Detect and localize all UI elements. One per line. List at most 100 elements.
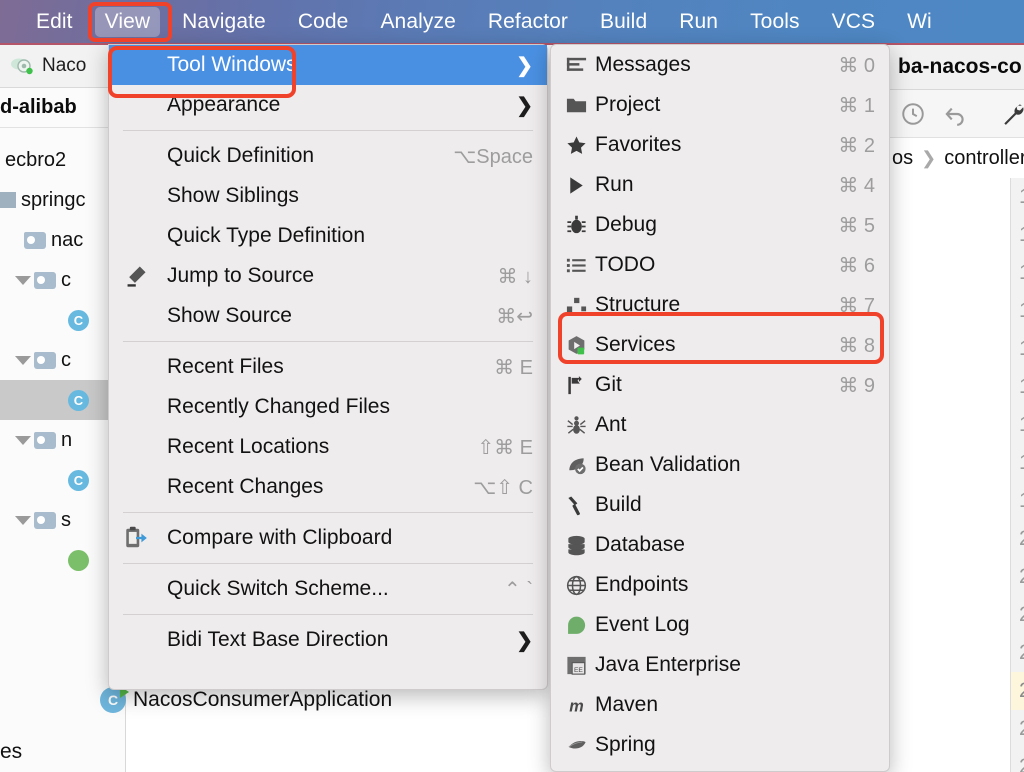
breadcrumb[interactable]: os ❯ controller [886, 138, 1024, 178]
menu-item-bidi-text-base-direction[interactable]: Bidi Text Base Direction ❯ [109, 620, 547, 660]
folder-icon [34, 511, 56, 529]
gutter-line: 23 [1011, 634, 1024, 672]
menu-item-show-siblings[interactable]: Show Siblings [109, 176, 547, 216]
menu-item-recent-changes[interactable]: Recent Changes ⌥⇧ C [109, 467, 547, 507]
structure-icon [565, 294, 595, 317]
menu-item-label: Git [595, 373, 622, 396]
menu-item-build[interactable]: Build [551, 485, 889, 525]
menu-view[interactable]: View [94, 7, 161, 37]
svg-text:m: m [569, 697, 583, 715]
menu-item-shortcut: ⌘ 7 [838, 294, 875, 317]
gutter-line: 16 [1011, 368, 1024, 406]
database-icon [565, 534, 595, 557]
menu-analyze[interactable]: Analyze [370, 7, 465, 37]
menu-item-services[interactable]: Services ⌘ 8 [551, 325, 889, 365]
menu-item-label: Build [595, 493, 642, 516]
menu-item-tool-windows[interactable]: Tool Windows ❯ [109, 45, 547, 85]
editor-gutter[interactable]: 11 12 13 14 ≡ 15 16 17 18 19 20 21 22 23… [1010, 178, 1024, 772]
menu-item-label: Debug [595, 213, 657, 236]
menu-item-show-source[interactable]: Show Source ⌘↩ [109, 296, 547, 336]
chevron-down-icon[interactable] [12, 275, 34, 285]
menu-navigate[interactable]: Navigate [172, 7, 276, 37]
view-menu-popup[interactable]: Tool Windows ❯ Appearance ❯ Quick Defini… [108, 44, 548, 690]
menu-item-label: Compare with Clipboard [167, 526, 393, 549]
java-ee-icon: EE [565, 654, 595, 677]
messages-icon [565, 54, 595, 77]
menu-separator [123, 512, 533, 513]
menu-item-structure[interactable]: Structure ⌘ 7 [551, 285, 889, 325]
menu-code[interactable]: Code [288, 7, 359, 37]
menu-run[interactable]: Run [669, 7, 728, 37]
tool-windows-submenu[interactable]: Messages ⌘ 0 Project ⌘ 1 Favorites ⌘ 2 R… [550, 44, 890, 772]
undo-icon[interactable] [942, 101, 968, 127]
editor-tab[interactable]: ba-nacos-co [886, 44, 1024, 90]
menu-item-recent-locations[interactable]: Recent Locations ⇧⌘ E [109, 427, 547, 467]
wrench-icon[interactable] [1000, 101, 1024, 127]
gutter-line: 12 [1011, 216, 1024, 254]
menu-item-quick-type-definition[interactable]: Quick Type Definition [109, 216, 547, 256]
menu-item-ant[interactable]: Ant [551, 405, 889, 445]
menu-item-messages[interactable]: Messages ⌘ 0 [551, 45, 889, 85]
menu-item-debug[interactable]: Debug ⌘ 5 [551, 205, 889, 245]
svg-text:EE: EE [574, 666, 583, 673]
breadcrumb-item[interactable]: controller [944, 147, 1024, 170]
menu-item-spring[interactable]: Spring [551, 725, 889, 765]
menu-build[interactable]: Build [590, 7, 657, 37]
menu-edit[interactable]: Edit [26, 7, 83, 37]
menu-item-shortcut: ⌘ 0 [838, 54, 875, 77]
menu-item-quick-definition[interactable]: Quick Definition ⌥Space [109, 136, 547, 176]
line-number: 20 [1019, 527, 1024, 551]
menu-item-recently-changed-files[interactable]: Recently Changed Files [109, 387, 547, 427]
menu-item-todo[interactable]: TODO ⌘ 6 [551, 245, 889, 285]
menu-separator [123, 563, 533, 564]
history-icon[interactable] [900, 101, 926, 127]
breadcrumb-item[interactable]: os [892, 147, 913, 170]
menu-vcs[interactable]: VCS [822, 7, 885, 37]
java-class-icon: C [68, 469, 89, 491]
run-configuration-label: NacosConsumerApplication [133, 688, 393, 711]
menu-item-recent-files[interactable]: Recent Files ⌘ E [109, 347, 547, 387]
menu-item-java-enterprise[interactable]: EE Java Enterprise [551, 645, 889, 685]
chevron-right-icon: ❯ [516, 54, 533, 77]
menu-item-label: Event Log [595, 613, 690, 636]
gutter-line: 17 [1011, 406, 1024, 444]
menu-item-endpoints[interactable]: Endpoints [551, 565, 889, 605]
menu-item-shortcut: ⌘ 4 [838, 174, 875, 197]
menu-item-label: Structure [595, 293, 681, 316]
menu-tools[interactable]: Tools [740, 7, 810, 37]
chevron-down-icon[interactable] [12, 355, 34, 365]
menu-item-label: Appearance [167, 93, 281, 116]
menu-item-jump-to-source[interactable]: Jump to Source ⌘ ↓ [109, 256, 547, 296]
menu-item-git[interactable]: Git ⌘ 9 [551, 365, 889, 405]
line-number: 25 [1019, 717, 1024, 741]
tree-item-label: c [61, 348, 71, 371]
play-icon [565, 174, 595, 197]
tree-item-label: c [61, 268, 71, 291]
menu-item-appearance[interactable]: Appearance ❯ [109, 85, 547, 125]
menu-item-compare-with-clipboard[interactable]: Compare with Clipboard [109, 518, 547, 558]
menu-item-quick-switch-scheme[interactable]: Quick Switch Scheme... ⌃ ` [109, 569, 547, 609]
chevron-down-icon[interactable] [12, 515, 34, 525]
menu-item-database[interactable]: Database [551, 525, 889, 565]
menu-item-label: Recent Files [167, 355, 284, 378]
menu-item-label: Ant [595, 413, 627, 436]
menu-item-bean-validation[interactable]: Bean Validation [551, 445, 889, 485]
clipboard-compare-icon [123, 525, 167, 551]
menu-item-maven[interactable]: m Maven [551, 685, 889, 725]
git-branch-icon [565, 374, 595, 397]
menu-item-run[interactable]: Run ⌘ 4 [551, 165, 889, 205]
menu-item-label: Quick Switch Scheme... [167, 577, 389, 600]
ant-icon [565, 414, 595, 437]
chevron-down-icon[interactable] [12, 435, 34, 445]
gutter-line: 22 [1011, 596, 1024, 634]
menu-item-event-log[interactable]: Event Log [551, 605, 889, 645]
menu-window[interactable]: Wi [897, 7, 942, 37]
menu-separator [123, 614, 533, 615]
menu-item-project[interactable]: Project ⌘ 1 [551, 85, 889, 125]
menu-item-favorites[interactable]: Favorites ⌘ 2 [551, 125, 889, 165]
menu-item-shortcut: ⌥Space [453, 145, 533, 168]
gutter-line-current: 24 [1011, 672, 1024, 710]
menu-item-statistic[interactable]: Statistic [551, 765, 889, 772]
menu-refactor[interactable]: Refactor [478, 7, 578, 37]
chevron-right-icon: ❯ [516, 94, 533, 117]
